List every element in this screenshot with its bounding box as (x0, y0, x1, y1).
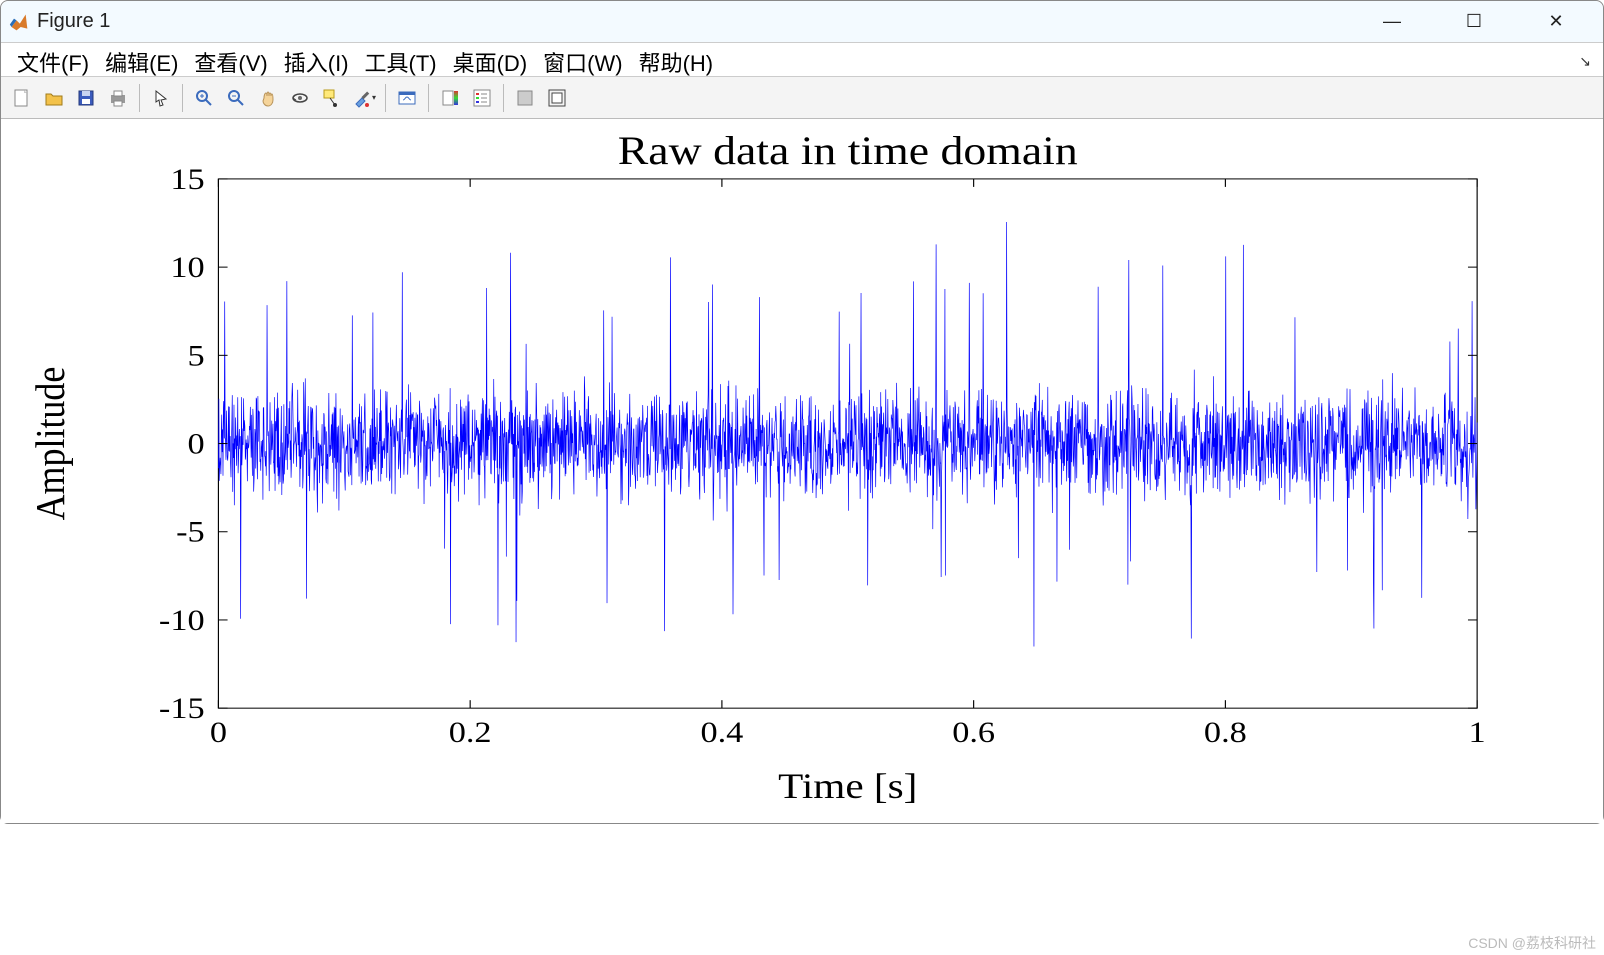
brush-icon (352, 88, 372, 108)
new-figure-icon (12, 88, 32, 108)
menu-file[interactable]: 文件(F) (11, 44, 95, 80)
pointer-button[interactable] (146, 83, 176, 113)
title-bar[interactable]: Figure 1 — ☐ ✕ (1, 1, 1603, 43)
menu-help[interactable]: 帮助(H) (633, 44, 720, 80)
zoom-in-icon (194, 88, 214, 108)
menu-desktop[interactable]: 桌面(D) (447, 44, 534, 80)
pan-icon (258, 88, 278, 108)
close-button[interactable]: ✕ (1533, 7, 1579, 37)
y-axis-label: Amplitude (29, 367, 74, 521)
save-icon (76, 88, 96, 108)
svg-text:0.6: 0.6 (952, 715, 995, 748)
hide-plot-tools-icon (515, 88, 535, 108)
menu-insert[interactable]: 插入(I) (278, 44, 355, 80)
open-button[interactable] (39, 83, 69, 113)
toolbar: ▾ (1, 77, 1603, 119)
link-plot-icon (397, 88, 417, 108)
rotate-3d-button[interactable] (285, 83, 315, 113)
svg-text:-15: -15 (159, 691, 205, 724)
menu-edit[interactable]: 编辑(E) (99, 44, 184, 80)
svg-text:0.8: 0.8 (1204, 715, 1247, 748)
window-title: Figure 1 (37, 10, 1369, 33)
link-plot-button[interactable] (392, 83, 422, 113)
insert-legend-icon (472, 88, 492, 108)
svg-text:5: 5 (188, 338, 205, 371)
svg-text:10: 10 (170, 250, 204, 283)
insert-colorbar-button[interactable] (435, 83, 465, 113)
svg-text:0.4: 0.4 (700, 715, 743, 748)
show-plot-tools-button[interactable] (542, 83, 572, 113)
rotate-3d-icon (290, 88, 310, 108)
window-controls: — ☐ ✕ (1369, 7, 1595, 37)
maximize-button[interactable]: ☐ (1451, 7, 1497, 37)
chart-title: Raw data in time domain (618, 130, 1078, 174)
menu-bar: 文件(F) 编辑(E) 查看(V) 插入(I) 工具(T) 桌面(D) 窗口(W… (1, 43, 1603, 77)
minimize-button[interactable]: — (1369, 7, 1415, 37)
matlab-icon (9, 12, 29, 32)
watermark: CSDN @荔枝科研社 (1468, 933, 1596, 953)
insert-colorbar-icon (440, 88, 460, 108)
figure-window: Figure 1 — ☐ ✕ 文件(F) 编辑(E) 查看(V) 插入(I) 工… (0, 0, 1604, 824)
svg-text:0: 0 (188, 427, 205, 460)
figure-area[interactable]: Raw data in time domain 0 0.2 0.4 0.6 0.8 1 -… (1, 119, 1603, 823)
svg-text:15: 15 (170, 162, 204, 195)
x-axis-label: Time [s] (778, 767, 917, 806)
insert-legend-button[interactable] (467, 83, 497, 113)
brush-button[interactable]: ▾ (349, 83, 379, 113)
chart-svg: Raw data in time domain 0 0.2 0.4 0.6 0.8 1 -… (1, 119, 1603, 823)
pointer-icon (151, 88, 171, 108)
new-figure-button[interactable] (7, 83, 37, 113)
hide-plot-tools-button[interactable] (510, 83, 540, 113)
print-button[interactable] (103, 83, 133, 113)
show-plot-tools-icon (547, 88, 567, 108)
save-button[interactable] (71, 83, 101, 113)
open-icon (44, 88, 64, 108)
svg-text:0: 0 (210, 715, 227, 748)
signal-trace (218, 222, 1477, 647)
svg-text:-5: -5 (176, 515, 205, 548)
svg-text:1: 1 (1469, 715, 1486, 748)
data-cursor-icon (322, 88, 342, 108)
svg-text:0.2: 0.2 (449, 715, 492, 748)
pan-button[interactable] (253, 83, 283, 113)
svg-text:-10: -10 (159, 603, 205, 636)
data-cursor-button[interactable] (317, 83, 347, 113)
zoom-out-icon (226, 88, 246, 108)
zoom-out-button[interactable] (221, 83, 251, 113)
menu-view[interactable]: 查看(V) (188, 44, 273, 80)
menu-window[interactable]: 窗口(W) (537, 44, 628, 80)
zoom-in-button[interactable] (189, 83, 219, 113)
menu-tools[interactable]: 工具(T) (359, 44, 443, 80)
print-icon (108, 88, 128, 108)
menu-overflow-icon[interactable]: ↘ (1579, 53, 1597, 70)
